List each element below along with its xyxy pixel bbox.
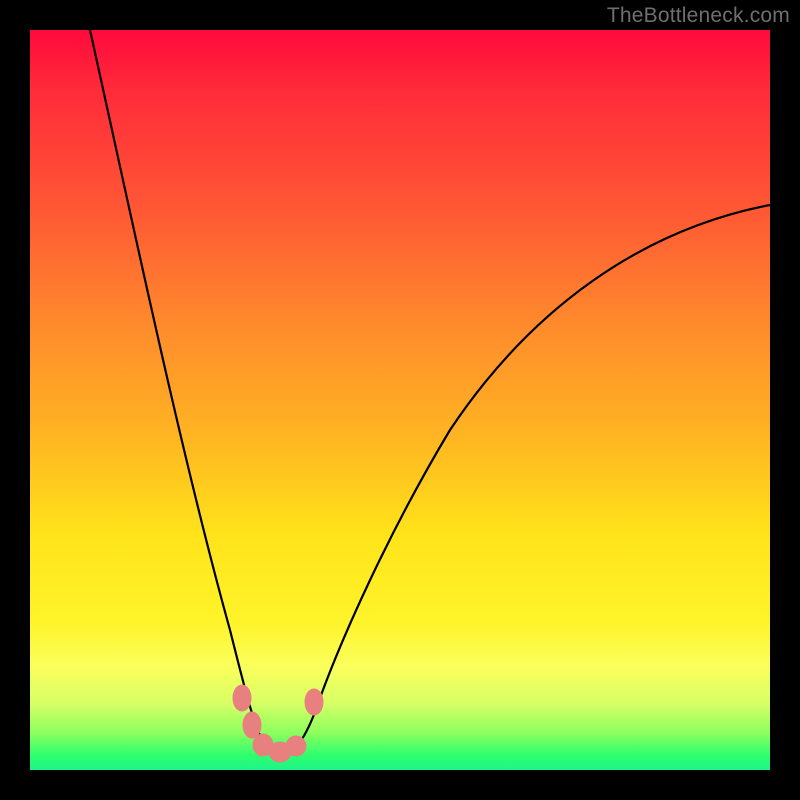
watermark-label: TheBottleneck.com: [607, 4, 790, 28]
chart-frame: TheBottleneck.com: [0, 0, 800, 800]
marker-dot: [243, 712, 261, 738]
curve-svg: [30, 30, 770, 770]
plot-area: [30, 30, 770, 770]
marker-dot: [286, 736, 306, 756]
bottleneck-curve: [90, 30, 770, 754]
marker-dot: [233, 685, 251, 711]
marker-dot: [305, 689, 323, 715]
